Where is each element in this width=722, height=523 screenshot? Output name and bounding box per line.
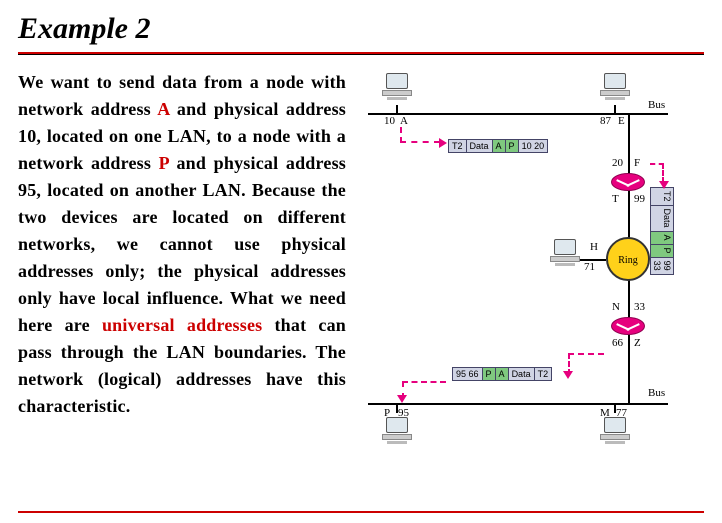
pc-a-phys: 10 xyxy=(384,115,395,127)
arrow-right-head xyxy=(659,181,669,189)
ring-node: Ring xyxy=(606,237,650,281)
pc-m-drop xyxy=(614,403,616,413)
content-row: We want to send data from a node with ne… xyxy=(18,69,704,469)
pkt-top-c3: A xyxy=(493,140,506,152)
f-phys: 20 xyxy=(612,157,623,169)
packet-top: T2 Data A P 10 20 xyxy=(448,139,548,153)
addr-a: A xyxy=(157,99,169,119)
network-diagram: Bus 10 A 87 E 20 F T 99 Ring H 71 xyxy=(358,69,704,469)
arrow-z-to-pkt xyxy=(568,353,604,375)
t-label: T xyxy=(612,193,619,205)
pc-a-net: A xyxy=(400,115,408,127)
pc-e-net: E xyxy=(618,115,625,127)
bottom-divider xyxy=(18,511,704,513)
computer-h-icon xyxy=(548,239,582,266)
router-top-icon xyxy=(611,173,645,191)
addr-p: P xyxy=(159,153,169,173)
pc-e-phys: 87 xyxy=(600,115,611,127)
packet-bottom: 95 66 P A Data T2 xyxy=(452,367,552,381)
f-net: F xyxy=(634,157,640,169)
arrow-pkt-to-p xyxy=(402,381,446,399)
pkt-top-c5: 10 20 xyxy=(519,140,548,152)
computer-a-icon xyxy=(380,73,414,100)
h-phys: 71 xyxy=(584,261,595,273)
pkt-b-c4: Data xyxy=(509,368,535,380)
computer-p-icon xyxy=(380,417,414,444)
h-net: H xyxy=(590,241,598,253)
pc-p-drop xyxy=(396,403,398,413)
pkt-top-c1: T2 xyxy=(449,140,467,152)
arrow-to-pkt-right xyxy=(650,163,664,183)
description-paragraph: We want to send data from a node with ne… xyxy=(18,69,346,469)
top-bus-label: Bus xyxy=(648,99,665,111)
z-net: Z xyxy=(634,337,641,349)
arrow-z-head xyxy=(563,371,573,379)
arrow-p-head xyxy=(397,395,407,403)
bottom-bus-line xyxy=(368,403,668,405)
arrow-a-head xyxy=(439,138,447,148)
page-title: Example 2 xyxy=(18,12,704,46)
computer-m-icon xyxy=(598,417,632,444)
pkt-b-c1: 95 66 xyxy=(453,368,483,380)
n-label: N xyxy=(612,301,620,313)
pkt-r-c3: A xyxy=(651,232,673,245)
universal-addresses: universal addresses xyxy=(102,315,262,335)
pkt-b-c2: P xyxy=(483,368,496,380)
pkt-r-c5: 99 33 xyxy=(651,258,673,274)
pkt-top-c2: Data xyxy=(467,140,493,152)
z-phys: 66 xyxy=(612,337,623,349)
pkt-b-c3: A xyxy=(496,368,509,380)
pkt-b-c5: T2 xyxy=(535,368,552,380)
packet-right: T2 Data A P 99 33 xyxy=(650,187,674,275)
bottom-bus-label: Bus xyxy=(648,387,665,399)
arrow-a-to-pkt xyxy=(400,127,440,143)
pkt-r-c4: P xyxy=(651,245,673,258)
n-port: 33 xyxy=(634,301,645,313)
pc-a-drop xyxy=(396,105,398,113)
pkt-top-c4: P xyxy=(506,140,519,152)
router-bottom-icon xyxy=(611,317,645,335)
pc-e-drop xyxy=(614,105,616,113)
t-port: 99 xyxy=(634,193,645,205)
title-divider xyxy=(18,52,704,55)
text-3: and physical address 95, located on anot… xyxy=(18,153,346,335)
pkt-r-c1: T2 xyxy=(651,188,673,206)
pkt-r-c2: Data xyxy=(651,206,673,232)
computer-e-icon xyxy=(598,73,632,100)
